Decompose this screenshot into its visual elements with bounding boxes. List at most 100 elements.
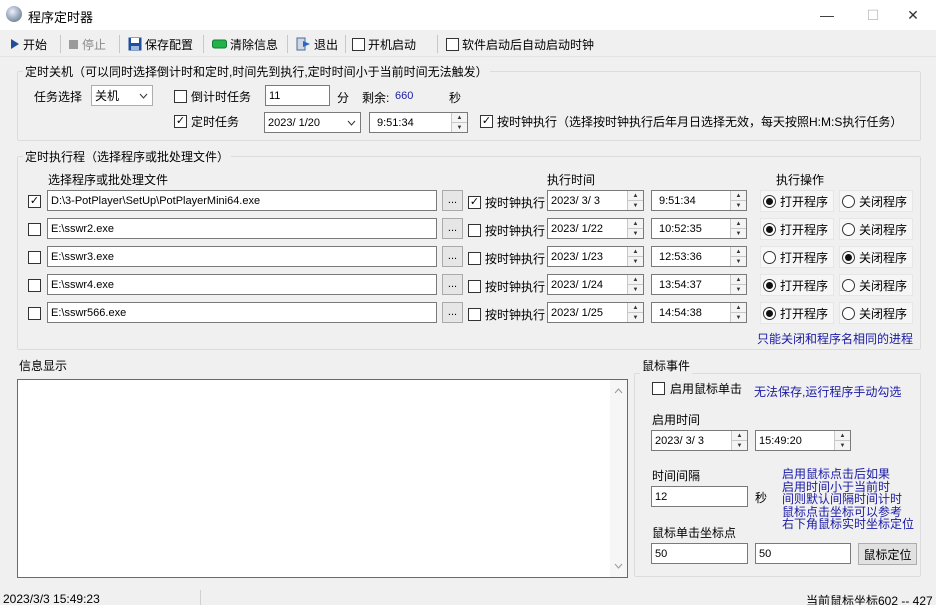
row-date-input[interactable]: 2023/ 1/22 ▲ ▼	[547, 218, 644, 239]
spin-down-icon[interactable]: ▼	[628, 201, 643, 210]
radio-dot[interactable]	[842, 278, 855, 292]
auto-clock-checkbox[interactable]: 软件启动后自动启动时钟	[446, 34, 594, 54]
row-close-radio[interactable]: 关闭程序	[839, 302, 913, 324]
enable-mouse-click-checkbox[interactable]: 启用鼠标单击	[652, 380, 742, 397]
checkbox-box[interactable]	[352, 37, 365, 51]
spin-down-icon[interactable]: ▼	[732, 441, 747, 450]
shutdown-date-picker[interactable]: 2023/ 1/20	[264, 112, 361, 133]
row-date-input[interactable]: 2023/ 1/25 ▲ ▼	[547, 302, 644, 323]
row-date-input[interactable]: 2023/ 1/23 ▲ ▼	[547, 246, 644, 267]
spin-up-icon[interactable]: ▲	[835, 431, 850, 441]
checkbox-box[interactable]	[174, 90, 187, 103]
task-select-dropdown[interactable]: 关机	[91, 85, 153, 106]
spin-down-icon[interactable]: ▼	[452, 123, 467, 132]
checkbox-box[interactable]: ✓	[174, 115, 187, 128]
spin-up-icon[interactable]: ▲	[731, 191, 746, 201]
scroll-down-icon[interactable]	[614, 563, 623, 569]
checkbox-box[interactable]	[468, 280, 481, 293]
row-time-input[interactable]: 10:52:35 ▲ ▼	[651, 218, 747, 239]
row-time-input[interactable]: 13:54:37 ▲ ▼	[651, 274, 747, 295]
checkbox-box[interactable]	[652, 382, 665, 395]
row-enable-checkbox[interactable]	[28, 307, 41, 320]
row-close-radio[interactable]: 关闭程序	[839, 218, 913, 240]
spin-up-icon[interactable]: ▲	[731, 219, 746, 229]
click-y-input[interactable]: 50	[755, 543, 851, 564]
row-file-path-input[interactable]: E:\sswr2.exe	[47, 218, 437, 239]
time-spinner[interactable]: ▲ ▼	[730, 247, 746, 266]
row-file-path-input[interactable]: D:\3-PotPlayer\SetUp\PotPlayerMini64.exe	[47, 190, 437, 211]
spin-down-icon[interactable]: ▼	[628, 285, 643, 294]
row-time-input[interactable]: 14:54:38 ▲ ▼	[651, 302, 747, 323]
mouse-start-time-input[interactable]: 15:49:20 ▲ ▼	[755, 430, 851, 451]
radio-dot[interactable]	[763, 194, 776, 208]
boot-start-checkbox[interactable]: 开机启动	[352, 34, 416, 54]
spin-down-icon[interactable]: ▼	[628, 313, 643, 322]
spin-down-icon[interactable]: ▼	[731, 229, 746, 238]
countdown-task-checkbox[interactable]: 倒计时任务	[174, 88, 251, 105]
clear-info-button[interactable]: 清除信息	[212, 34, 278, 54]
row-clock-checkbox[interactable]: 按时钟执行	[468, 250, 545, 267]
radio-dot[interactable]	[763, 250, 776, 264]
browse-file-button[interactable]: ...	[442, 246, 463, 267]
spin-up-icon[interactable]: ▲	[731, 275, 746, 285]
checkbox-box[interactable]	[468, 224, 481, 237]
row-clock-checkbox[interactable]: ✓ 按时钟执行	[468, 194, 545, 211]
row-open-radio[interactable]: 打开程序	[760, 274, 834, 296]
interval-input[interactable]: 12	[651, 486, 748, 507]
checkbox-box[interactable]	[468, 308, 481, 321]
radio-dot[interactable]	[763, 306, 776, 320]
info-log-textarea[interactable]	[17, 379, 628, 578]
row-close-radio[interactable]: 关闭程序	[839, 190, 913, 212]
row-open-radio[interactable]: 打开程序	[760, 218, 834, 240]
mouse-locate-button[interactable]: 鼠标定位	[858, 543, 917, 565]
checkbox-box[interactable]	[446, 37, 459, 51]
spin-up-icon[interactable]: ▲	[731, 303, 746, 313]
radio-dot[interactable]	[763, 222, 776, 236]
date-spinner[interactable]: ▲ ▼	[731, 431, 747, 450]
scroll-up-icon[interactable]	[614, 388, 623, 394]
close-button[interactable]: ✕	[890, 0, 936, 30]
spin-up-icon[interactable]: ▲	[452, 113, 467, 123]
spin-down-icon[interactable]: ▼	[731, 257, 746, 266]
stop-button[interactable]: 停止	[68, 34, 106, 54]
time-spinner[interactable]: ▲ ▼	[730, 191, 746, 210]
row-enable-checkbox[interactable]	[28, 279, 41, 292]
checkbox-box[interactable]	[468, 252, 481, 265]
shutdown-time-input[interactable]: 9:51:34 ▲ ▼	[369, 112, 468, 133]
row-file-path-input[interactable]: E:\sswr3.exe	[47, 246, 437, 267]
time-spinner[interactable]: ▲ ▼	[730, 219, 746, 238]
minimize-button[interactable]: —	[804, 0, 850, 30]
spin-down-icon[interactable]: ▼	[835, 441, 850, 450]
row-enable-checkbox[interactable]: ✓	[28, 195, 41, 208]
spin-down-icon[interactable]: ▼	[628, 229, 643, 238]
row-open-radio[interactable]: 打开程序	[760, 190, 834, 212]
date-spinner[interactable]: ▲ ▼	[627, 219, 643, 238]
start-button[interactable]: 开始	[10, 34, 47, 54]
exit-button[interactable]: 退出	[296, 34, 338, 54]
row-enable-checkbox[interactable]	[28, 251, 41, 264]
spin-up-icon[interactable]: ▲	[628, 219, 643, 229]
date-spinner[interactable]: ▲ ▼	[627, 247, 643, 266]
row-date-input[interactable]: 2023/ 1/24 ▲ ▼	[547, 274, 644, 295]
browse-file-button[interactable]: ...	[442, 302, 463, 323]
spin-up-icon[interactable]: ▲	[628, 247, 643, 257]
browse-file-button[interactable]: ...	[442, 190, 463, 211]
row-clock-checkbox[interactable]: 按时钟执行	[468, 278, 545, 295]
countdown-minutes-input[interactable]: 11	[265, 85, 330, 106]
time-spinner[interactable]: ▲ ▼	[730, 303, 746, 322]
spin-up-icon[interactable]: ▲	[732, 431, 747, 441]
row-open-radio[interactable]: 打开程序	[760, 246, 834, 268]
spin-up-icon[interactable]: ▲	[628, 303, 643, 313]
radio-dot[interactable]	[842, 194, 855, 208]
spin-up-icon[interactable]: ▲	[731, 247, 746, 257]
checkbox-box[interactable]: ✓	[480, 115, 493, 128]
row-close-radio[interactable]: 关闭程序	[839, 246, 913, 268]
time-spinner[interactable]: ▲ ▼	[730, 275, 746, 294]
spin-up-icon[interactable]: ▲	[628, 275, 643, 285]
spin-down-icon[interactable]: ▼	[731, 285, 746, 294]
row-clock-checkbox[interactable]: 按时钟执行	[468, 306, 545, 323]
row-time-input[interactable]: 12:53:36 ▲ ▼	[651, 246, 747, 267]
row-date-input[interactable]: 2023/ 3/ 3 ▲ ▼	[547, 190, 644, 211]
time-spinner[interactable]: ▲ ▼	[451, 113, 467, 132]
row-file-path-input[interactable]: E:\sswr566.exe	[47, 302, 437, 323]
